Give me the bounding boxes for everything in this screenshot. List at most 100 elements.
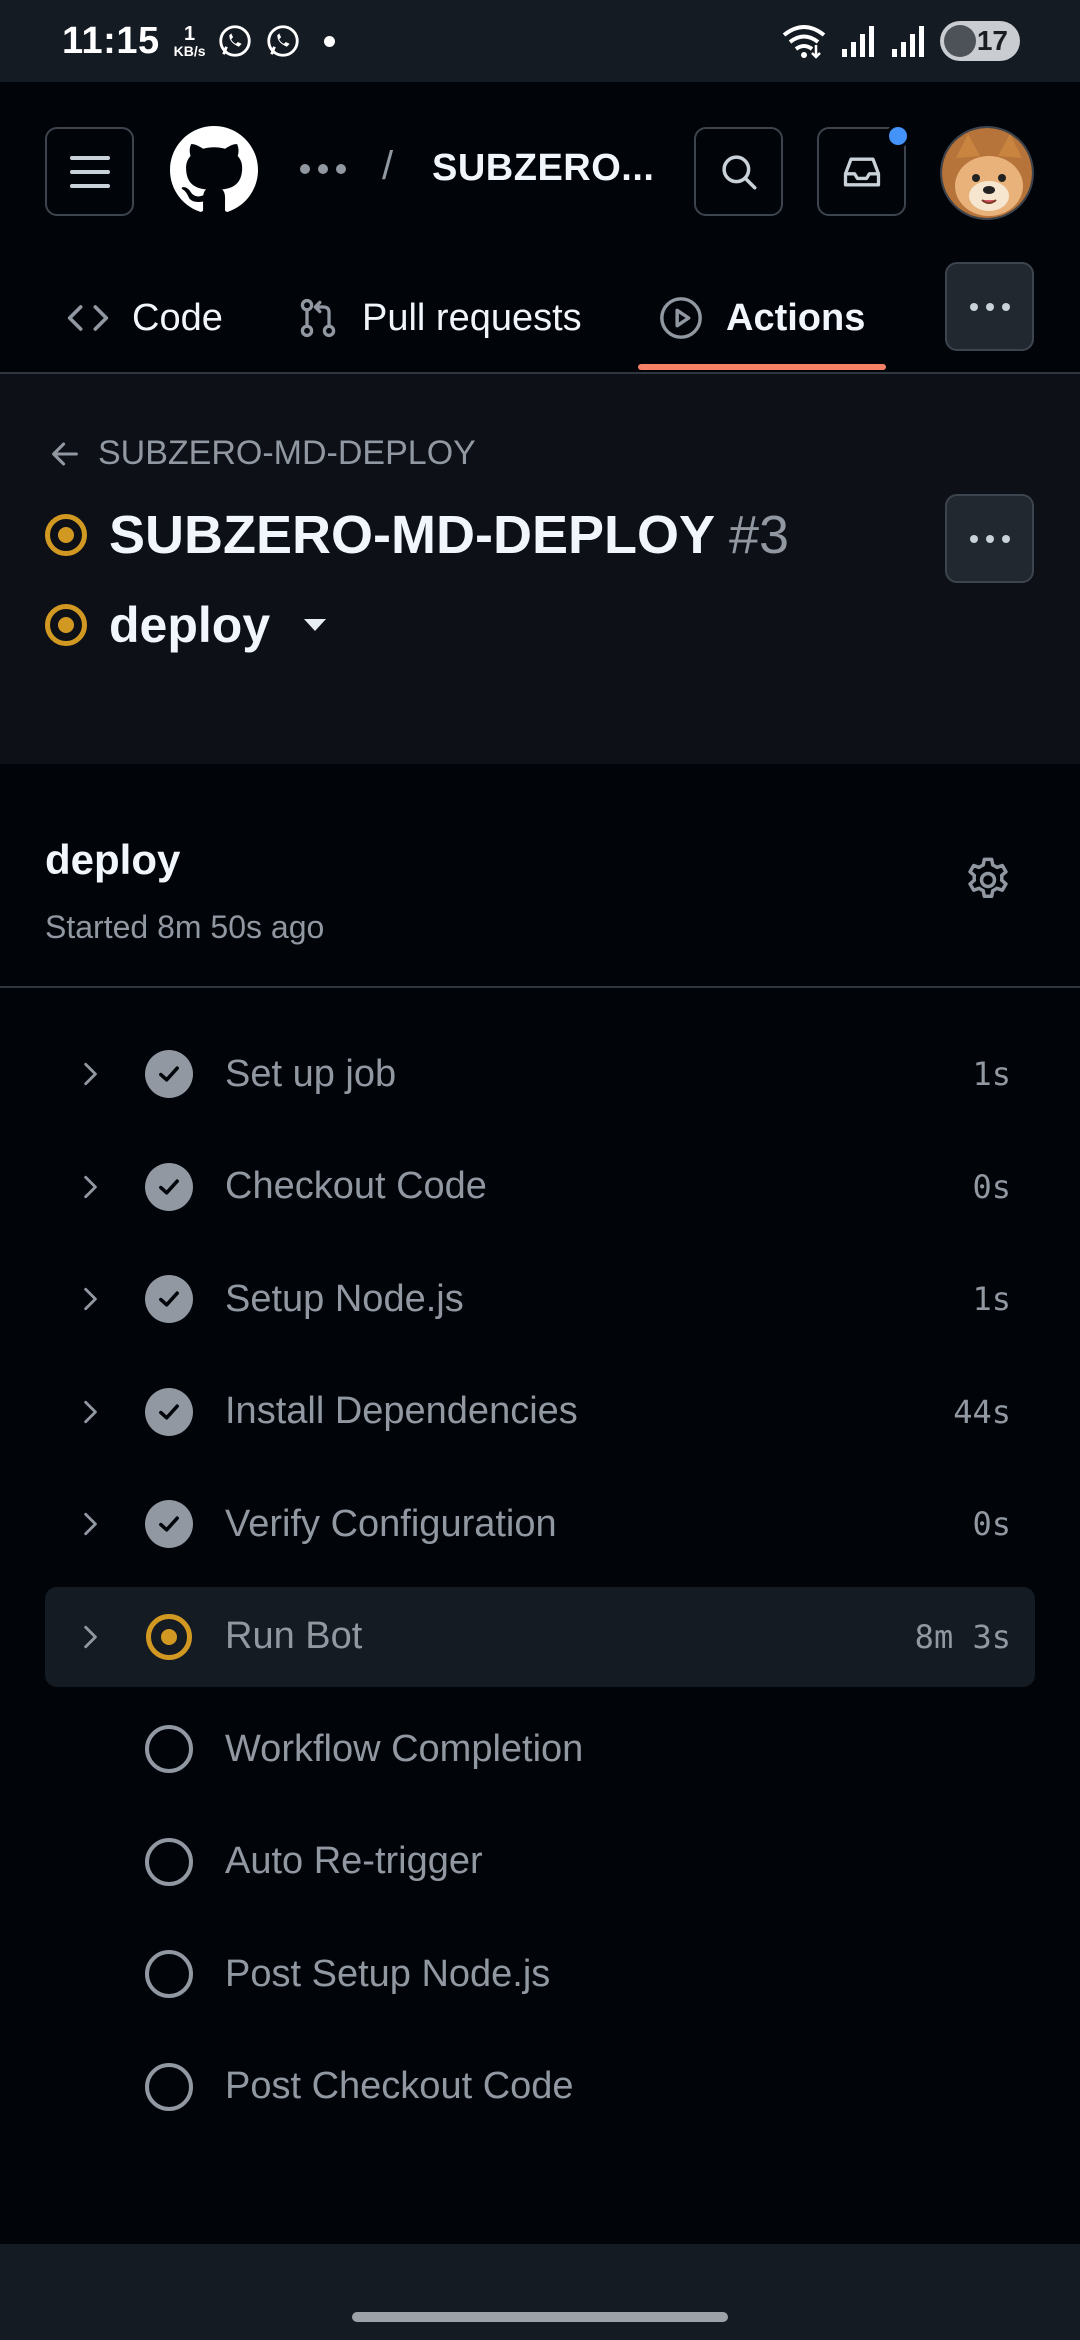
step-duration: 8m 3s [914, 1617, 1011, 1656]
step-row[interactable]: Checkout Code 0s [45, 1137, 1035, 1237]
app-header: / SUBZERO... Code Pull requests Actions [0, 82, 1080, 374]
chevron-right-icon [84, 1175, 97, 1198]
pending-circle-icon [145, 1837, 193, 1886]
pending-circle-icon [145, 1950, 193, 1998]
tab-label: Pull requests [362, 296, 582, 339]
workflow-run-header: SUBZERO-MD-DEPLOY SUBZERO-MD-DEPLOY #3 d… [0, 374, 1080, 764]
status-time: 11:15 [62, 19, 160, 62]
selected-tab-indicator [638, 364, 886, 370]
step-row-active[interactable]: Run Bot 8m 3s [45, 1586, 1035, 1687]
step-row[interactable]: Install Dependencies 44s [45, 1362, 1035, 1462]
job-steps-list: Set up job 1s Checkout Code 0s Setup Nod… [45, 1024, 1035, 2149]
battery-indicator: 17 [940, 21, 1020, 61]
breadcrumb-separator: / [382, 144, 394, 188]
tab-label: Code [132, 296, 223, 339]
run-number: #3 [729, 505, 790, 565]
hamburger-icon [69, 155, 110, 188]
signal-icon [842, 26, 874, 57]
gear-icon[interactable] [962, 854, 1014, 906]
tab-label: Actions [726, 296, 866, 339]
chevron-right-icon [84, 1512, 97, 1536]
chevron-right-icon [84, 1625, 97, 1648]
notification-dot-icon [323, 35, 335, 47]
play-icon [660, 297, 702, 339]
signal-icon [892, 26, 924, 57]
arrow-left-icon [52, 442, 78, 465]
tab-code[interactable]: Code [66, 262, 223, 374]
pending-circle-icon [145, 1725, 193, 1773]
chevron-right-icon [84, 1400, 97, 1423]
git-pull-request-icon [300, 298, 336, 338]
battery-level: 17 [976, 25, 1008, 56]
step-label: Run Bot [225, 1615, 363, 1657]
step-label: Setup Node.js [225, 1277, 464, 1320]
user-avatar[interactable] [940, 126, 1034, 220]
job-title: deploy [45, 836, 181, 883]
in-progress-icon [45, 514, 87, 556]
bottom-bar [0, 2244, 1080, 2340]
tab-actions[interactable]: Actions [658, 262, 865, 374]
back-label: SUBZERO-MD-DEPLOY [98, 434, 476, 472]
step-label: Auto Re-trigger [225, 1840, 483, 1882]
divider [0, 986, 1080, 988]
search-icon [721, 154, 756, 189]
job-selector-dropdown[interactable]: deploy [45, 596, 327, 654]
check-circle-icon [145, 1050, 193, 1098]
step-duration: 1s [972, 1055, 1011, 1093]
step-row[interactable]: Verify Configuration 0s [45, 1474, 1035, 1574]
step-label: Checkout Code [225, 1165, 487, 1207]
step-row[interactable]: Setup Node.js 1s [45, 1249, 1035, 1349]
step-row[interactable]: Set up job 1s [45, 1024, 1035, 1124]
in-progress-icon [145, 1613, 193, 1661]
check-circle-icon [145, 1162, 193, 1211]
workflow-name: SUBZERO-MD-DEPLOY [109, 505, 715, 565]
avatar-image [942, 128, 1032, 218]
step-duration: 0s [972, 1167, 1011, 1206]
run-title: SUBZERO-MD-DEPLOY #3 [45, 504, 789, 566]
check-circle-icon [145, 1387, 193, 1436]
code-icon [67, 305, 109, 331]
step-label: Post Setup Node.js [225, 1952, 551, 1995]
whatsapp-icon [266, 25, 299, 57]
step-duration: 44s [953, 1392, 1011, 1431]
chevron-right-icon [84, 1287, 97, 1311]
step-row: Workflow Completion [45, 1699, 1035, 1799]
step-duration: 0s [972, 1505, 1011, 1543]
pending-circle-icon [145, 2062, 193, 2111]
home-indicator[interactable] [352, 2312, 728, 2322]
status-bar: 11:15 1 KB/s 17 [0, 0, 1080, 82]
repo-name-link[interactable]: SUBZERO... [432, 147, 654, 190]
job-selector-label: deploy [109, 597, 271, 653]
back-to-workflow-link[interactable]: SUBZERO-MD-DEPLOY [48, 434, 476, 473]
kebab-horizontal-icon [969, 534, 1010, 543]
job-started-text: Started 8m 50s ago [45, 909, 325, 945]
wifi-icon [782, 25, 826, 59]
menu-button[interactable] [45, 127, 134, 216]
job-panel: deploy Started 8m 50s ago Set up job 1s … [0, 764, 1080, 2244]
whatsapp-icon [218, 25, 251, 57]
run-options-button[interactable] [945, 494, 1034, 583]
step-label: Verify Configuration [225, 1502, 557, 1545]
network-speed: 1 KB/s [173, 23, 206, 59]
inbox-icon [843, 157, 880, 186]
unread-notification-dot [886, 124, 910, 148]
step-row: Post Checkout Code [45, 2037, 1035, 2137]
github-logo-icon[interactable] [170, 126, 258, 214]
step-row: Auto Re-trigger [45, 1812, 1035, 1912]
chevron-right-icon [84, 1062, 97, 1086]
step-label: Set up job [225, 1052, 397, 1095]
more-tabs-button[interactable] [945, 262, 1034, 351]
tab-pull-requests[interactable]: Pull requests [296, 262, 582, 374]
breadcrumb-more-button[interactable] [300, 152, 356, 186]
check-circle-icon [145, 1500, 193, 1548]
step-row: Post Setup Node.js [45, 1924, 1035, 2024]
step-duration: 1s [972, 1280, 1011, 1318]
repo-tabs: Code Pull requests Actions [0, 262, 1080, 374]
in-progress-icon [45, 604, 87, 646]
step-label: Post Checkout Code [225, 2065, 574, 2107]
check-circle-icon [145, 1275, 193, 1323]
kebab-horizontal-icon [969, 302, 1010, 311]
triangle-down-icon [304, 619, 327, 631]
search-button[interactable] [694, 127, 783, 216]
step-label: Install Dependencies [225, 1390, 578, 1432]
